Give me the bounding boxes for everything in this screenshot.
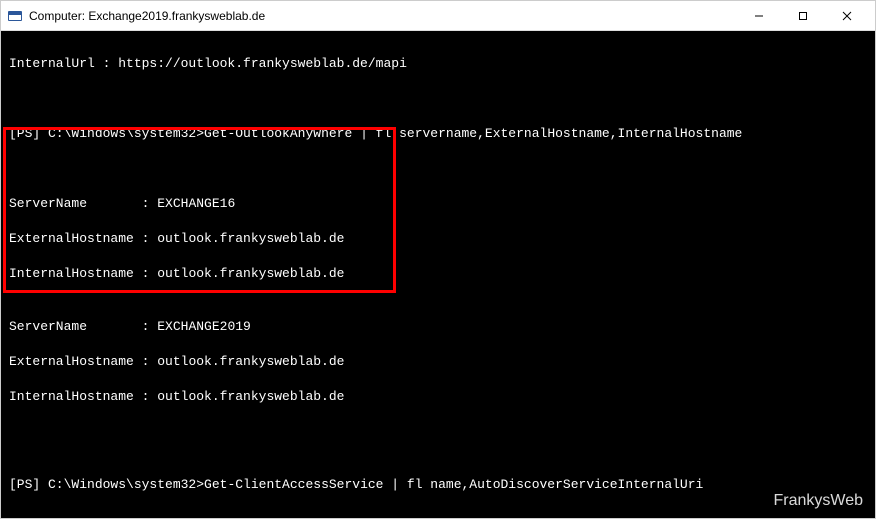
cmdlet: Get-OutlookAnywhere bbox=[204, 126, 352, 141]
output-line: InternalHostname : outlook.frankysweblab… bbox=[9, 265, 867, 283]
output-line: ExternalHostname : outlook.frankysweblab… bbox=[9, 230, 867, 248]
close-button[interactable] bbox=[825, 2, 869, 30]
cmd-args: | fl name,AutoDiscoverServiceInternalUri bbox=[383, 477, 703, 492]
cmdlet: Get-ClientAccessService bbox=[204, 477, 383, 492]
command-line: [PS] C:\Windows\system32>Get-OutlookAnyw… bbox=[9, 125, 867, 143]
window-title: Computer: Exchange2019.frankysweblab.de bbox=[29, 9, 737, 23]
watermark: FrankysWeb bbox=[773, 490, 863, 512]
terminal-area[interactable]: InternalUrl : https://outlook.frankysweb… bbox=[1, 31, 875, 518]
window-controls bbox=[737, 2, 869, 30]
prompt: [PS] C:\Windows\system32> bbox=[9, 126, 204, 141]
maximize-button[interactable] bbox=[781, 2, 825, 30]
output-line: ExternalHostname : outlook.frankysweblab… bbox=[9, 353, 867, 371]
output-line: InternalHostname : outlook.frankysweblab… bbox=[9, 388, 867, 406]
output-line: InternalUrl : https://outlook.frankysweb… bbox=[9, 55, 867, 73]
output-line: ServerName : EXCHANGE2019 bbox=[9, 318, 867, 336]
app-icon bbox=[7, 8, 23, 24]
minimize-button[interactable] bbox=[737, 2, 781, 30]
output-line: ServerName : EXCHANGE16 bbox=[9, 195, 867, 213]
title-bar[interactable]: Computer: Exchange2019.frankysweblab.de bbox=[1, 1, 875, 31]
command-line: [PS] C:\Windows\system32>Get-ClientAcces… bbox=[9, 476, 867, 494]
prompt: [PS] C:\Windows\system32> bbox=[9, 477, 204, 492]
cmd-args: | fl servername,ExternalHostname,Interna… bbox=[352, 126, 742, 141]
